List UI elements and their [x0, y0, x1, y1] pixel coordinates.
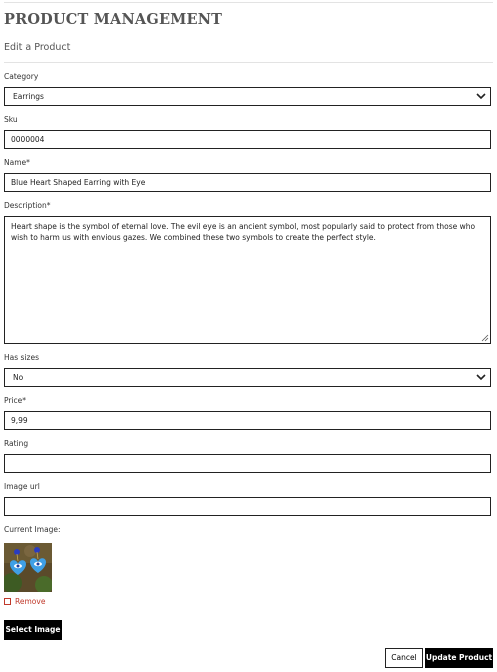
description-label: Description*: [4, 201, 51, 210]
name-input[interactable]: Blue Heart Shaped Earring with Eye: [4, 173, 491, 192]
select-image-button[interactable]: Select Image: [4, 620, 62, 640]
category-select[interactable]: Earrings: [4, 87, 491, 106]
product-thumbnail: [4, 543, 52, 592]
has-sizes-value: No: [13, 373, 24, 382]
chevron-down-icon: [476, 374, 486, 381]
cancel-button[interactable]: Cancel: [385, 648, 423, 668]
price-input[interactable]: 9,99: [4, 411, 491, 430]
image-url-label: Image url: [4, 482, 40, 491]
category-value: Earrings: [13, 92, 44, 101]
name-label: Name*: [4, 158, 30, 167]
update-product-button[interactable]: Update Product: [425, 648, 493, 668]
has-sizes-select[interactable]: No: [4, 368, 491, 387]
resize-grip-icon[interactable]: [481, 334, 489, 342]
rating-label: Rating: [4, 439, 29, 448]
description-textarea[interactable]: Heart shape is the symbol of eternal lov…: [4, 216, 491, 344]
category-label: Category: [4, 72, 39, 81]
page-title: PRODUCT MANAGEMENT: [4, 11, 223, 28]
current-image-label: Current Image:: [4, 525, 61, 534]
checkbox-icon[interactable]: [4, 598, 11, 605]
subtitle-divider: [4, 62, 493, 63]
description-text: Heart shape is the symbol of eternal lov…: [11, 222, 476, 242]
image-url-input[interactable]: [4, 497, 491, 516]
chevron-down-icon: [476, 93, 486, 100]
price-label: Price*: [4, 396, 27, 405]
has-sizes-label: Has sizes: [4, 353, 39, 362]
remove-image-checkbox[interactable]: Remove: [4, 597, 45, 606]
top-divider: [4, 2, 493, 3]
rating-input[interactable]: [4, 454, 491, 473]
page-subtitle: Edit a Product: [4, 42, 71, 53]
sku-input[interactable]: 0000004: [4, 130, 491, 149]
remove-label: Remove: [15, 597, 46, 606]
sku-label: Sku: [4, 115, 18, 124]
